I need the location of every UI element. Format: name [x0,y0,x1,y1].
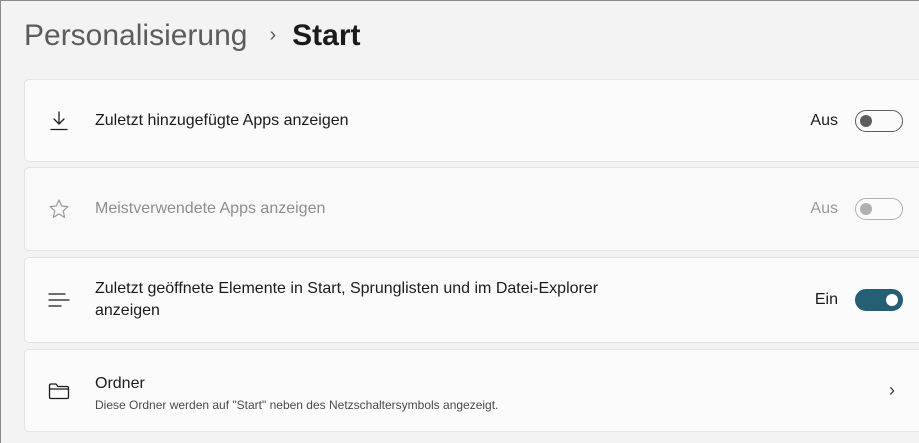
toggle-control: Aus [810,198,903,220]
toggle-knob [886,294,898,306]
setting-text: Ordner Diese Ordner werden auf "Start" n… [95,373,498,414]
breadcrumb-parent[interactable]: Personalisierung [24,19,247,53]
toggle-knob [860,203,872,215]
setting-label-line1: Zuletzt geöffnete Elemente in Start, Spr… [95,280,599,297]
toggle-control: Ein [815,289,903,311]
breadcrumb: Personalisierung › Start [24,14,361,58]
setting-label-line2: anzeigen [95,302,160,319]
list-icon [47,288,71,312]
folder-icon [47,379,71,403]
recently-added-apps-toggle[interactable] [855,109,903,132]
setting-text: Zuletzt hinzugefügte Apps anzeigen [95,110,349,132]
breadcrumb-separator-icon: › [269,23,277,46]
setting-recently-added-apps[interactable]: Zuletzt hinzugefügte Apps anzeigen Aus [24,79,919,162]
star-icon [47,197,71,221]
setting-text: Zuletzt geöffnete Elemente in Start, Spr… [95,278,598,322]
most-used-apps-toggle [855,198,903,220]
page-title: Start [292,19,361,52]
setting-label: Zuletzt hinzugefügte Apps anzeigen [95,111,349,129]
chevron-right-icon: › [889,380,895,400]
download-icon [47,109,71,133]
setting-folders[interactable]: Ordner Diese Ordner werden auf "Start" n… [24,349,919,432]
setting-description: Diese Ordner werden auf "Start" neben de… [95,398,499,412]
recently-opened-items-toggle[interactable] [855,289,903,311]
toggle-control: Aus [810,109,903,132]
toggle-state-label: Ein [814,291,838,308]
setting-label: Meistverwendete Apps anzeigen [95,200,326,217]
toggle-state-label: Aus [810,200,838,217]
setting-label: Ordner [95,375,145,392]
setting-text: Meistverwendete Apps anzeigen [95,198,325,220]
toggle-knob [860,114,872,127]
toggle-state-label: Aus [810,111,838,129]
setting-most-used-apps: Meistverwendete Apps anzeigen Aus [24,167,919,251]
setting-recently-opened-items[interactable]: Zuletzt geöffnete Elemente in Start, Spr… [24,257,919,343]
